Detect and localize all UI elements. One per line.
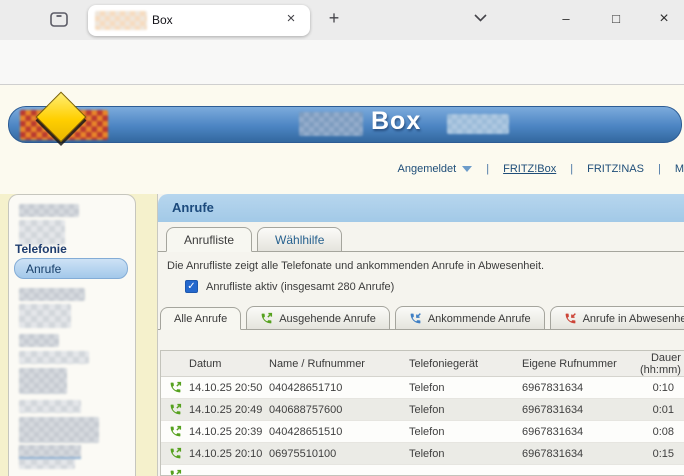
- header-dauer: Dauer (hh:mm): [640, 352, 684, 376]
- separator: |: [658, 163, 661, 175]
- phone-missed-icon: [564, 312, 577, 325]
- brand-prefix-redacted: [299, 112, 363, 136]
- sidebar-item-redacted[interactable]: [19, 334, 59, 347]
- cell-dauer: 0:10: [640, 382, 684, 394]
- filter-tab-label: Anrufe in Abwesenheit: [583, 313, 684, 325]
- sidebar-item-anrufe-active[interactable]: Anrufe: [14, 258, 128, 279]
- sidebar-item-redacted[interactable]: [19, 351, 89, 364]
- sidebar-item-redacted[interactable]: [19, 400, 81, 413]
- dropdown-arrow-icon[interactable]: [462, 166, 472, 172]
- window-close-button[interactable]: ×: [648, 6, 680, 32]
- browser-tabstrip: Box × + – □ ×: [0, 0, 684, 40]
- checkbox-label: Anrufliste aktiv (insgesamt 280 Anrufe): [206, 281, 394, 293]
- cell-datum: 14.10.25 20:10: [189, 448, 269, 460]
- cell-eigene-rufnummer: 6967831634: [522, 404, 640, 416]
- cell-eigene-rufnummer: 6967831634: [522, 426, 640, 438]
- phone-incoming-icon: [409, 312, 422, 325]
- checkbox-row: ✓ Anrufliste aktiv (insgesamt 280 Anrufe…: [185, 280, 394, 293]
- filter-tab-row: Alle Anrufe Ausgehende Anrufe Ankommende…: [158, 303, 684, 330]
- cell-dauer: 0:01: [640, 404, 684, 416]
- sidebar-section-telefonie[interactable]: Telefonie: [15, 242, 67, 256]
- cell-name-rufnummer: 040428651510: [269, 426, 409, 438]
- header-dauer-line2: (hh:mm): [640, 364, 681, 376]
- filter-tab-label: Alle Anrufe: [174, 313, 227, 325]
- call-list-table: Datum Name / Rufnummer Telefoniegerät Ei…: [160, 350, 684, 476]
- new-tab-button[interactable]: +: [322, 8, 346, 32]
- firefox-view-icon[interactable]: [50, 12, 68, 27]
- sidebar-item-redacted[interactable]: [19, 304, 71, 328]
- cell-telefoniegeraet: Telefon: [409, 404, 522, 416]
- sidebar-item-redacted[interactable]: [19, 288, 85, 301]
- tab-anrufliste[interactable]: Anrufliste: [166, 227, 252, 252]
- sidebar-item-redacted[interactable]: [19, 368, 67, 394]
- logged-in-menu[interactable]: Angemeldet: [398, 163, 457, 175]
- sidebar-bottom-link-redacted[interactable]: [19, 445, 81, 459]
- header-dauer-line1: Dauer: [651, 352, 681, 364]
- header-telefoniegeraet: Telefoniegerät: [409, 358, 522, 370]
- filter-tab-abwesenheit[interactable]: Anrufe in Abwesenheit: [550, 306, 684, 330]
- cell-telefoniegeraet: Telefon: [409, 448, 522, 460]
- nav-link-myfritz-truncated[interactable]: M: [675, 163, 684, 175]
- main-tab-row: Anrufliste Wählhilfe: [158, 225, 684, 252]
- call-type-icon: [169, 447, 182, 460]
- brand-model-redacted: [447, 114, 509, 134]
- table-row[interactable]: 14.10.25 20:10 06975510100 Telefon 69678…: [161, 443, 684, 465]
- tab-favicon-redacted: [95, 11, 147, 30]
- header-datum: Datum: [189, 358, 269, 370]
- filter-tab-label: Ankommende Anrufe: [428, 313, 531, 325]
- anrufliste-aktiv-checkbox[interactable]: ✓: [185, 280, 198, 293]
- separator: |: [570, 163, 573, 175]
- nav-link-fritzbox[interactable]: FRITZ!Box: [503, 163, 556, 175]
- main-panel: Anrufe Anrufliste Wählhilfe Die Anruflis…: [157, 194, 684, 476]
- filter-tab-alle-anrufe[interactable]: Alle Anrufe: [160, 307, 241, 330]
- cell-dauer: 0:15: [640, 448, 684, 460]
- cell-name-rufnummer: 06975510100: [269, 448, 409, 460]
- browser-toolbar: 80% ☆ ≡: [0, 40, 684, 85]
- page-content: Box Angemeldet | FRITZ!Box | FRITZ!NAS |…: [0, 86, 684, 476]
- filter-tab-label: Ausgehende Anrufe: [279, 313, 376, 325]
- cell-datum: 14.10.25 20:49: [189, 404, 269, 416]
- session-bar: Angemeldet | FRITZ!Box | FRITZ!NAS | M: [0, 161, 684, 177]
- table-row[interactable]: 14.10.25 20:50 040428651710 Telefon 6967…: [161, 377, 684, 399]
- sidebar-item-redacted[interactable]: [19, 417, 99, 443]
- table-header: Datum Name / Rufnummer Telefoniegerät Ei…: [161, 351, 684, 377]
- nav-link-fritznas[interactable]: FRITZ!NAS: [587, 163, 644, 175]
- description-text: Die Anrufliste zeigt alle Telefonate und…: [167, 260, 544, 272]
- window-minimize-button[interactable]: –: [550, 6, 582, 32]
- window-maximize-button[interactable]: □: [600, 6, 632, 32]
- table-body: 14.10.25 20:50 040428651710 Telefon 6967…: [161, 377, 684, 476]
- sidebar-item-redacted[interactable]: [19, 204, 79, 217]
- header-name-rufnummer: Name / Rufnummer: [269, 358, 409, 370]
- browser-tab[interactable]: Box ×: [88, 5, 310, 36]
- call-type-icon: [169, 425, 182, 438]
- table-row[interactable]: 14.10.25 20:49 040688757600 Telefon 6967…: [161, 399, 684, 421]
- filter-tab-ausgehende[interactable]: Ausgehende Anrufe: [246, 306, 390, 330]
- sidebar-menu: Telefonie Anrufe: [8, 194, 136, 476]
- separator: |: [486, 163, 489, 175]
- cell-eigene-rufnummer: 6967831634: [522, 382, 640, 394]
- header-eigene-rufnummer: Eigene Rufnummer: [522, 358, 640, 370]
- call-type-icon: [169, 469, 182, 476]
- table-row[interactable]: 14.10.25 20:39 040428651510 Telefon 6967…: [161, 421, 684, 443]
- table-row[interactable]: [161, 465, 684, 476]
- cell-datum: 14.10.25 20:50: [189, 382, 269, 394]
- tab-waehlhilfe[interactable]: Wählhilfe: [257, 227, 342, 252]
- cell-telefoniegeraet: Telefon: [409, 426, 522, 438]
- phone-outgoing-icon: [260, 312, 273, 325]
- call-type-icon: [169, 403, 182, 416]
- brand-title: Box: [371, 107, 421, 136]
- tab-close-icon[interactable]: ×: [280, 10, 302, 31]
- cell-telefoniegeraet: Telefon: [409, 382, 522, 394]
- app-window: Box × + – □ × 80% ☆: [0, 0, 684, 476]
- filter-tab-ankommende[interactable]: Ankommende Anrufe: [395, 306, 545, 330]
- tab-list-chevron-icon[interactable]: [474, 14, 487, 22]
- cell-name-rufnummer: 040688757600: [269, 404, 409, 416]
- cell-eigene-rufnummer: 6967831634: [522, 448, 640, 460]
- cell-name-rufnummer: 040428651710: [269, 382, 409, 394]
- page-title: Anrufe: [158, 194, 684, 222]
- cell-dauer: 0:08: [640, 426, 684, 438]
- tab-title: Box: [152, 13, 173, 27]
- cell-datum: 14.10.25 20:39: [189, 426, 269, 438]
- call-type-icon: [169, 381, 182, 394]
